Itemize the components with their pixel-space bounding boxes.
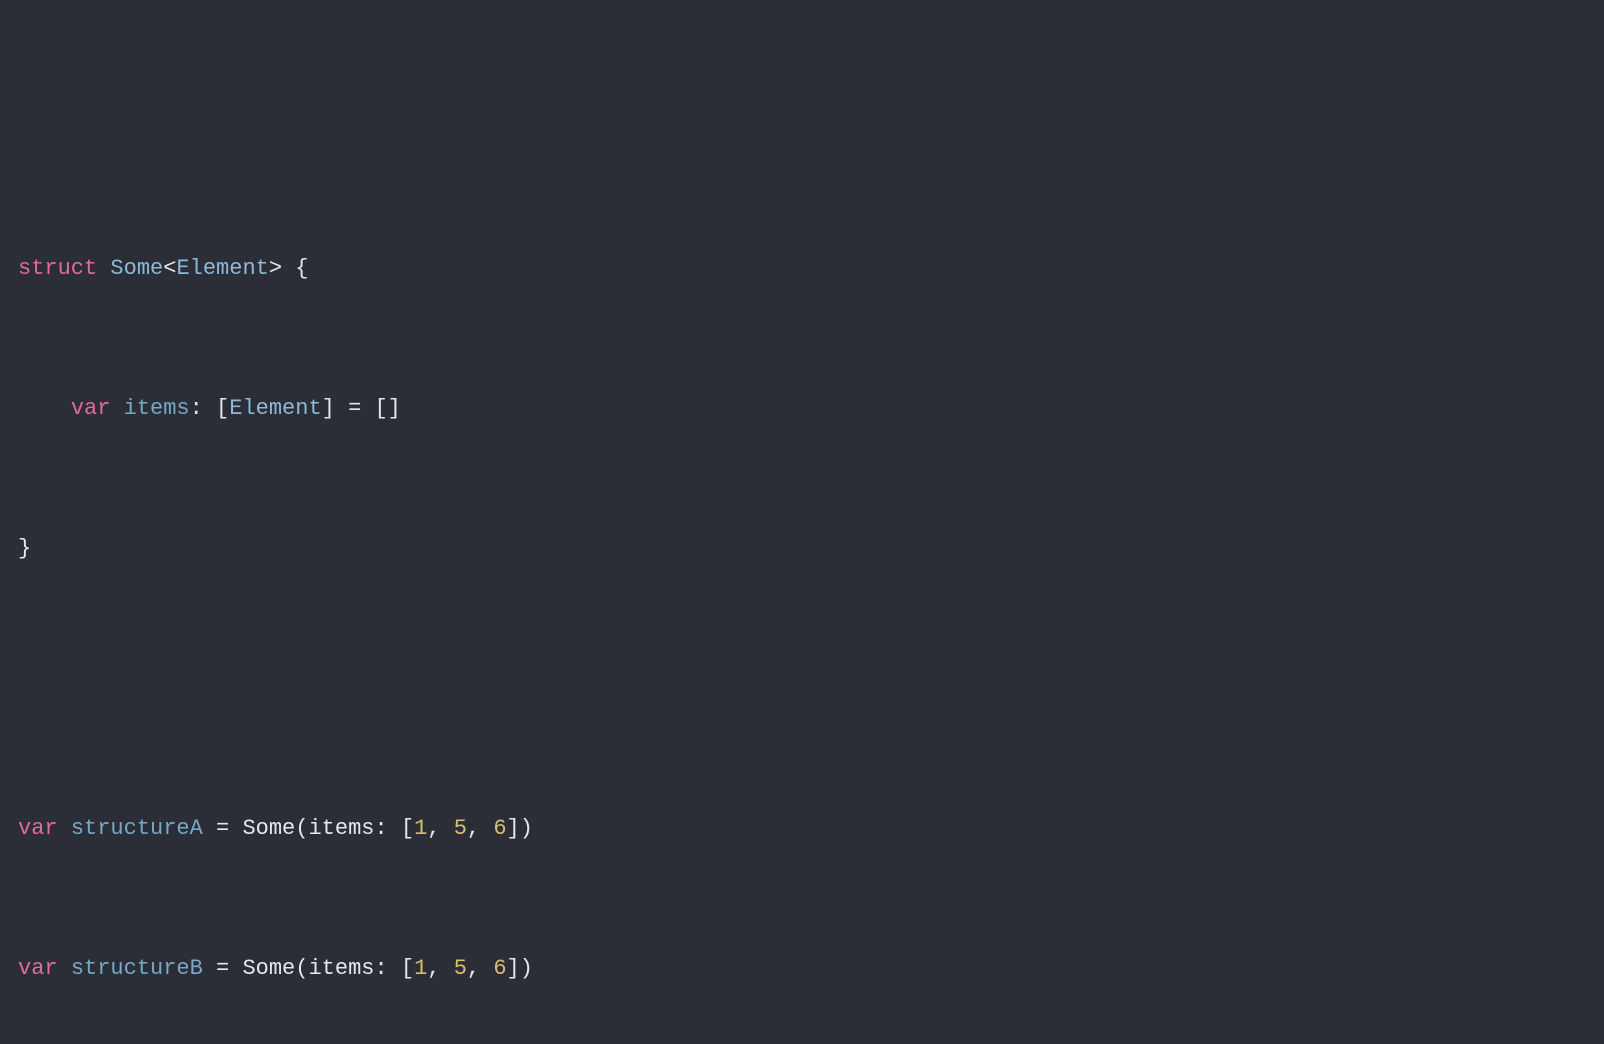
code-line[interactable]: struct Some<Element> { [0, 251, 1604, 286]
code-line[interactable]: var structureA = Some(items: [1, 5, 6]) [0, 811, 1604, 846]
code-text: var structureA = Some(items: [1, 5, 6]) [0, 811, 533, 846]
code-line[interactable]: var structureB = Some(items: [1, 5, 6]) [0, 951, 1604, 986]
code-text: struct Some<Element> { [0, 251, 308, 286]
code-line[interactable]: var items: [Element] = [] [0, 391, 1604, 426]
code-line[interactable]: } [0, 531, 1604, 566]
code-line[interactable] [0, 671, 1604, 706]
code-text: var items: [Element] = [] [0, 391, 401, 426]
code-text: var structureB = Some(items: [1, 5, 6]) [0, 951, 533, 986]
code-text: } [0, 531, 31, 566]
code-editor[interactable]: struct Some<Element> { var items: [Eleme… [0, 140, 1604, 1044]
